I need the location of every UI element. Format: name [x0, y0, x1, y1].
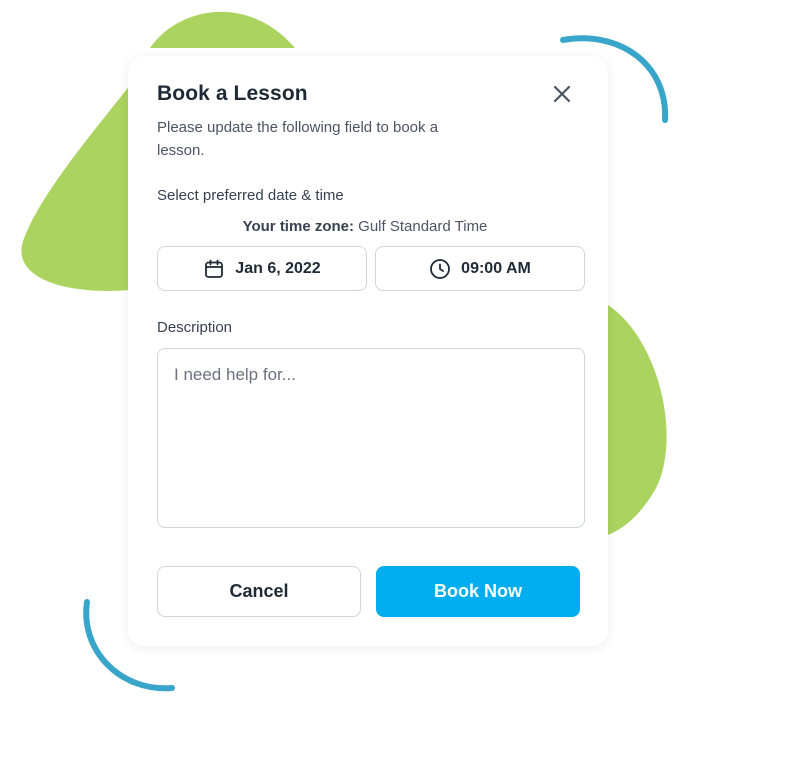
cancel-button[interactable]: Cancel	[157, 566, 361, 617]
description-label: Description	[157, 319, 233, 336]
modal-subtitle: Please update the following field to boo…	[157, 119, 439, 159]
date-value: Jan 6, 2022	[235, 259, 321, 277]
datetime-label: Select preferred date & time	[157, 187, 344, 204]
clock-icon	[430, 258, 451, 279]
timezone-prefix: Your time zone:	[242, 218, 354, 235]
description-textarea[interactable]	[157, 348, 585, 528]
time-picker-button[interactable]: 09:00 AM	[375, 246, 585, 291]
timezone-value: Gulf Standard Time	[358, 218, 488, 235]
green-blob-right	[608, 305, 667, 535]
close-icon	[553, 85, 571, 103]
time-value: 09:00 AM	[461, 259, 531, 277]
date-picker-button[interactable]: Jan 6, 2022	[157, 246, 367, 291]
timezone-info: Your time zone: Gulf Standard Time	[157, 218, 573, 235]
book-lesson-modal: Book a Lesson Please update the followin…	[128, 56, 608, 646]
calendar-icon	[205, 259, 224, 278]
close-button[interactable]	[548, 80, 576, 108]
book-now-button[interactable]: Book Now	[376, 566, 580, 617]
modal-title: Book a Lesson	[157, 82, 308, 105]
